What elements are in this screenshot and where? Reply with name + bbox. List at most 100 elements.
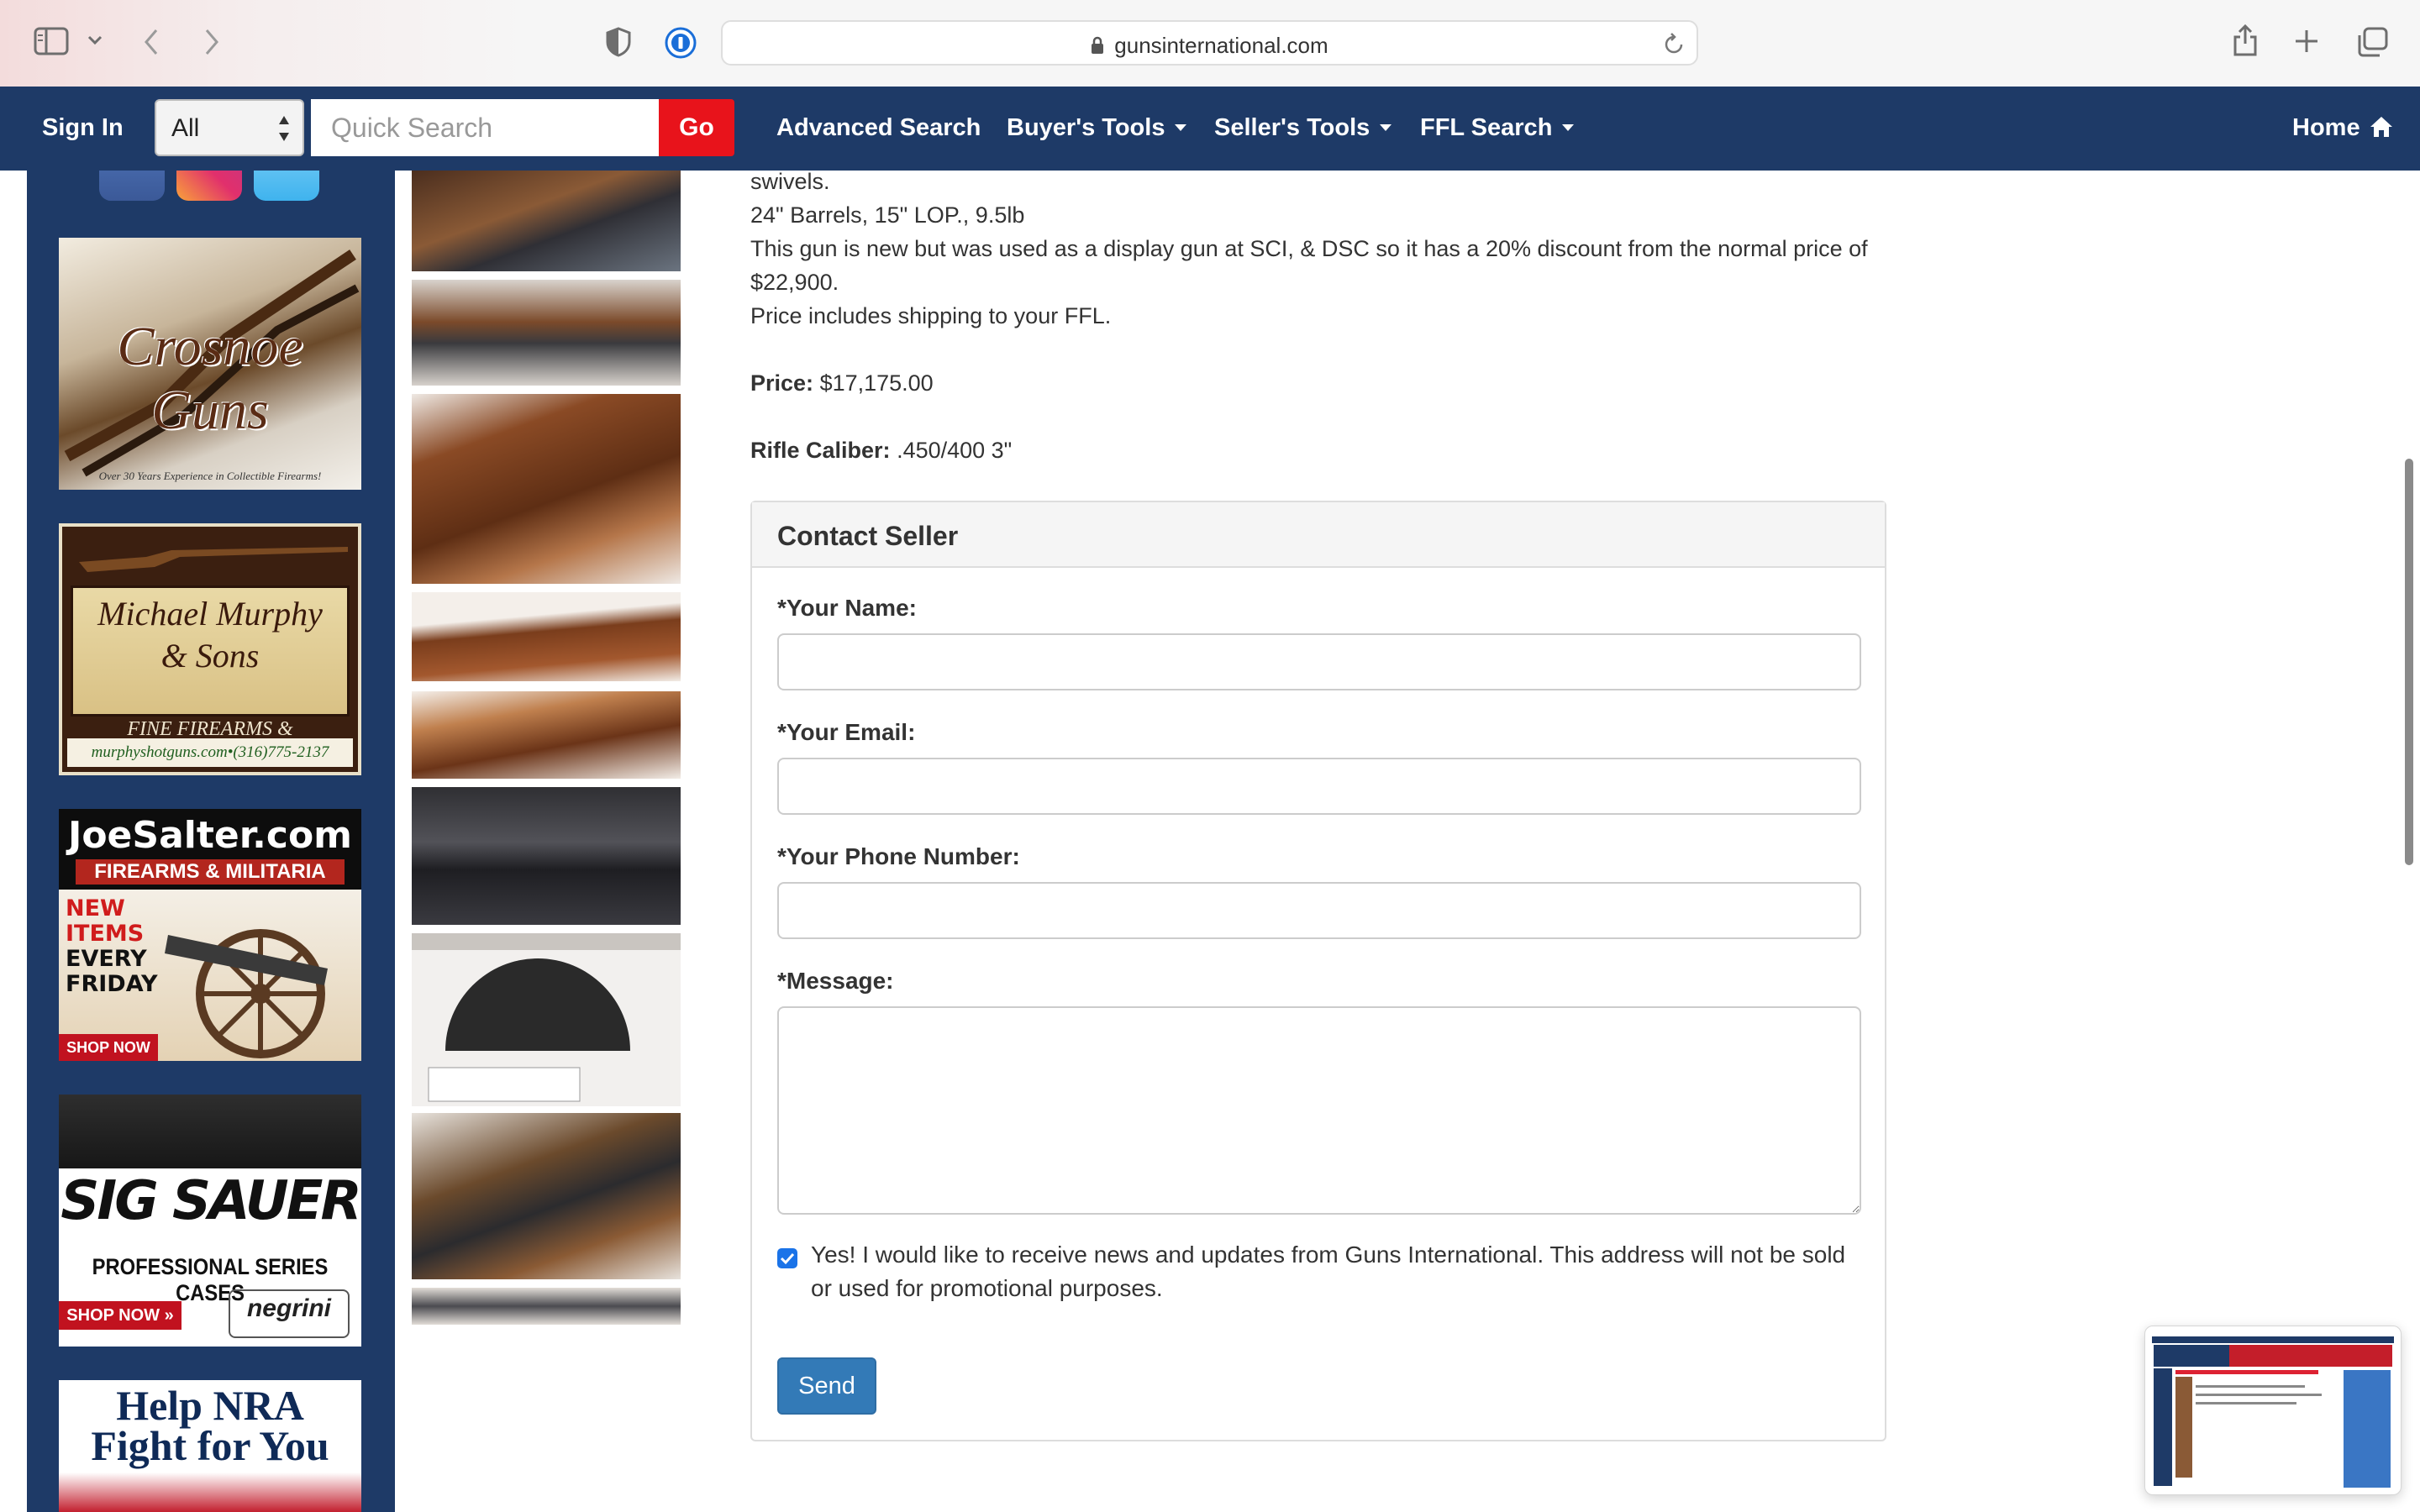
caret-down-icon: [1175, 124, 1187, 131]
gallery-thumbnail[interactable]: [412, 691, 681, 779]
caliber-row: Rifle Caliber: .450/400 3": [750, 433, 1893, 467]
sellers-tools-menu[interactable]: Seller's Tools: [1214, 114, 1392, 142]
gallery-thumbnail[interactable]: [412, 171, 681, 271]
category-select-value: All: [171, 114, 200, 142]
go-button[interactable]: Go: [659, 99, 734, 156]
share-icon[interactable]: [2232, 24, 2259, 57]
back-icon[interactable]: [143, 29, 160, 55]
desc-line: 24" Barrels, 15" LOP., 9.5lb: [750, 202, 1025, 228]
panel-title: Contact Seller: [777, 521, 959, 551]
price-label: Price:: [750, 370, 814, 396]
gallery-thumbnail[interactable]: [412, 787, 681, 925]
caret-down-icon: [1562, 124, 1575, 131]
checkmark-icon: [780, 1252, 795, 1265]
page-preview-illustration: [2152, 1336, 2394, 1488]
home-link[interactable]: Home: [2292, 114, 2394, 145]
instagram-icon[interactable]: [176, 171, 242, 201]
ad-sig-sauer[interactable]: SIG SAUER PROFESSIONAL SERIES CASES SHOP…: [59, 1095, 361, 1347]
caliber-label: Rifle Caliber:: [750, 438, 891, 463]
send-button[interactable]: Send: [777, 1357, 876, 1415]
forward-icon[interactable]: [203, 29, 220, 55]
chevron-down-icon[interactable]: [87, 35, 103, 45]
ad-murphy-phone: murphyshotguns.com•(316)775-2137: [67, 738, 353, 767]
desc-line: swivels.: [750, 169, 830, 194]
desc-line: Price includes shipping to your FFL.: [750, 303, 1112, 328]
message-label: *Message:: [777, 968, 894, 994]
contact-seller-panel: Contact Seller *Your Name: *Your Email: …: [750, 501, 1886, 1441]
newsletter-checkbox[interactable]: [777, 1248, 797, 1268]
gallery-thumbnail[interactable]: [412, 280, 681, 386]
ad-crosnoe-guns[interactable]: Crosnoe Guns Over 30 Years Experience in…: [59, 238, 361, 490]
newsletter-label: Yes! I would like to receive news and up…: [811, 1242, 1846, 1301]
home-icon: [2369, 115, 2394, 145]
listing-description: swivels. 24" Barrels, 15" LOP., 9.5lb Th…: [750, 165, 1893, 467]
gallery-thumbnail[interactable]: [412, 933, 681, 1106]
email-field[interactable]: [777, 758, 1861, 815]
lock-icon: [1091, 34, 1104, 60]
new-tab-icon[interactable]: [2294, 29, 2319, 54]
ad-nra[interactable]: Help NRA Fight for You: [59, 1380, 361, 1512]
url-text: gunsinternational.com: [1114, 33, 1328, 58]
ad-crosnoe-title: Crosnoe Guns: [117, 316, 303, 441]
phone-field[interactable]: [777, 882, 1861, 939]
ad-salter-new: NEW: [66, 895, 125, 921]
message-field[interactable]: [777, 1006, 1861, 1215]
ad-murphy-sign: Michael Murphy & Sons: [71, 585, 350, 717]
name-field[interactable]: [777, 633, 1861, 690]
sign-in-link[interactable]: Sign In: [42, 114, 124, 142]
desc-line: This gun is new but was used as a displa…: [750, 236, 1868, 295]
select-arrows-icon: [277, 113, 291, 149]
cannon-illustration: [165, 929, 328, 1058]
caret-down-icon: [1380, 124, 1392, 131]
gallery-thumbnail[interactable]: [412, 1113, 681, 1279]
email-label: *Your Email:: [777, 719, 916, 745]
gallery-thumbnail[interactable]: [412, 1288, 681, 1325]
facebook-icon[interactable]: [99, 171, 165, 201]
advanced-search-link[interactable]: Advanced Search: [776, 114, 981, 142]
twitter-icon[interactable]: [254, 171, 319, 201]
ad-joe-salter[interactable]: JoeSalter.com FIREARMS & MILITARIA NEW I…: [59, 809, 361, 1061]
ad-sig-negrini: negrini: [229, 1289, 350, 1338]
password-manager-icon[interactable]: [664, 26, 697, 60]
ad-sig-shop-now: SHOP NOW »: [59, 1301, 182, 1330]
rifle-illustration: [79, 547, 348, 572]
ad-nra-line2: Fight for You: [91, 1422, 329, 1469]
target-illustration: [412, 933, 681, 1102]
home-label: Home: [2292, 114, 2360, 141]
quick-search-input[interactable]: [311, 99, 659, 156]
ad-murphy-name-line2: & Sons: [160, 637, 260, 675]
browser-toolbar: gunsinternational.com: [0, 0, 2420, 87]
gallery-thumbnail[interactable]: [412, 592, 681, 681]
sellers-tools-label: Seller's Tools: [1214, 114, 1370, 141]
reload-icon[interactable]: [1663, 32, 1685, 60]
ad-michael-murphy[interactable]: Michael Murphy & Sons FINE FIREARMS & AC…: [59, 523, 361, 775]
price-row: Price: $17,175.00: [750, 366, 1893, 400]
sidebar-toggle-icon[interactable]: [34, 27, 69, 55]
buyers-tools-menu[interactable]: Buyer's Tools: [1007, 114, 1187, 142]
gallery-thumbnail[interactable]: [412, 394, 681, 584]
buyers-tools-label: Buyer's Tools: [1007, 114, 1165, 141]
price-value: $17,175.00: [819, 370, 934, 396]
ad-salter-friday: FRIDAY: [66, 971, 158, 997]
panel-header: Contact Seller: [752, 502, 1885, 568]
ad-salter-subtitle: FIREARMS & MILITARIA: [76, 859, 345, 885]
ad-salter-title: JoeSalter.com: [67, 814, 353, 857]
ffl-search-menu[interactable]: FFL Search: [1420, 114, 1575, 142]
address-bar[interactable]: gunsinternational.com: [721, 20, 1698, 66]
ffl-search-label: FFL Search: [1420, 114, 1553, 141]
ad-crosnoe-subtitle: Over 30 Years Experience in Collectible …: [98, 470, 322, 482]
ad-nra-line1: Help NRA: [116, 1382, 304, 1429]
ad-salter-shop-now: SHOP NOW: [59, 1034, 158, 1061]
privacy-shield-icon[interactable]: [605, 27, 632, 57]
ad-salter-every: EVERY: [66, 946, 147, 972]
caliber-value: .450/400 3": [897, 438, 1013, 463]
phone-label: *Your Phone Number:: [777, 843, 1020, 869]
tab-preview-thumbnail[interactable]: [2144, 1326, 2402, 1495]
ad-salter-items: ITEMS: [66, 921, 145, 947]
ad-murphy-name-line1: Michael Murphy: [97, 595, 323, 633]
page-scrollbar[interactable]: [2405, 459, 2413, 865]
category-select[interactable]: All: [155, 99, 304, 156]
tab-overview-icon[interactable]: [2356, 27, 2388, 57]
